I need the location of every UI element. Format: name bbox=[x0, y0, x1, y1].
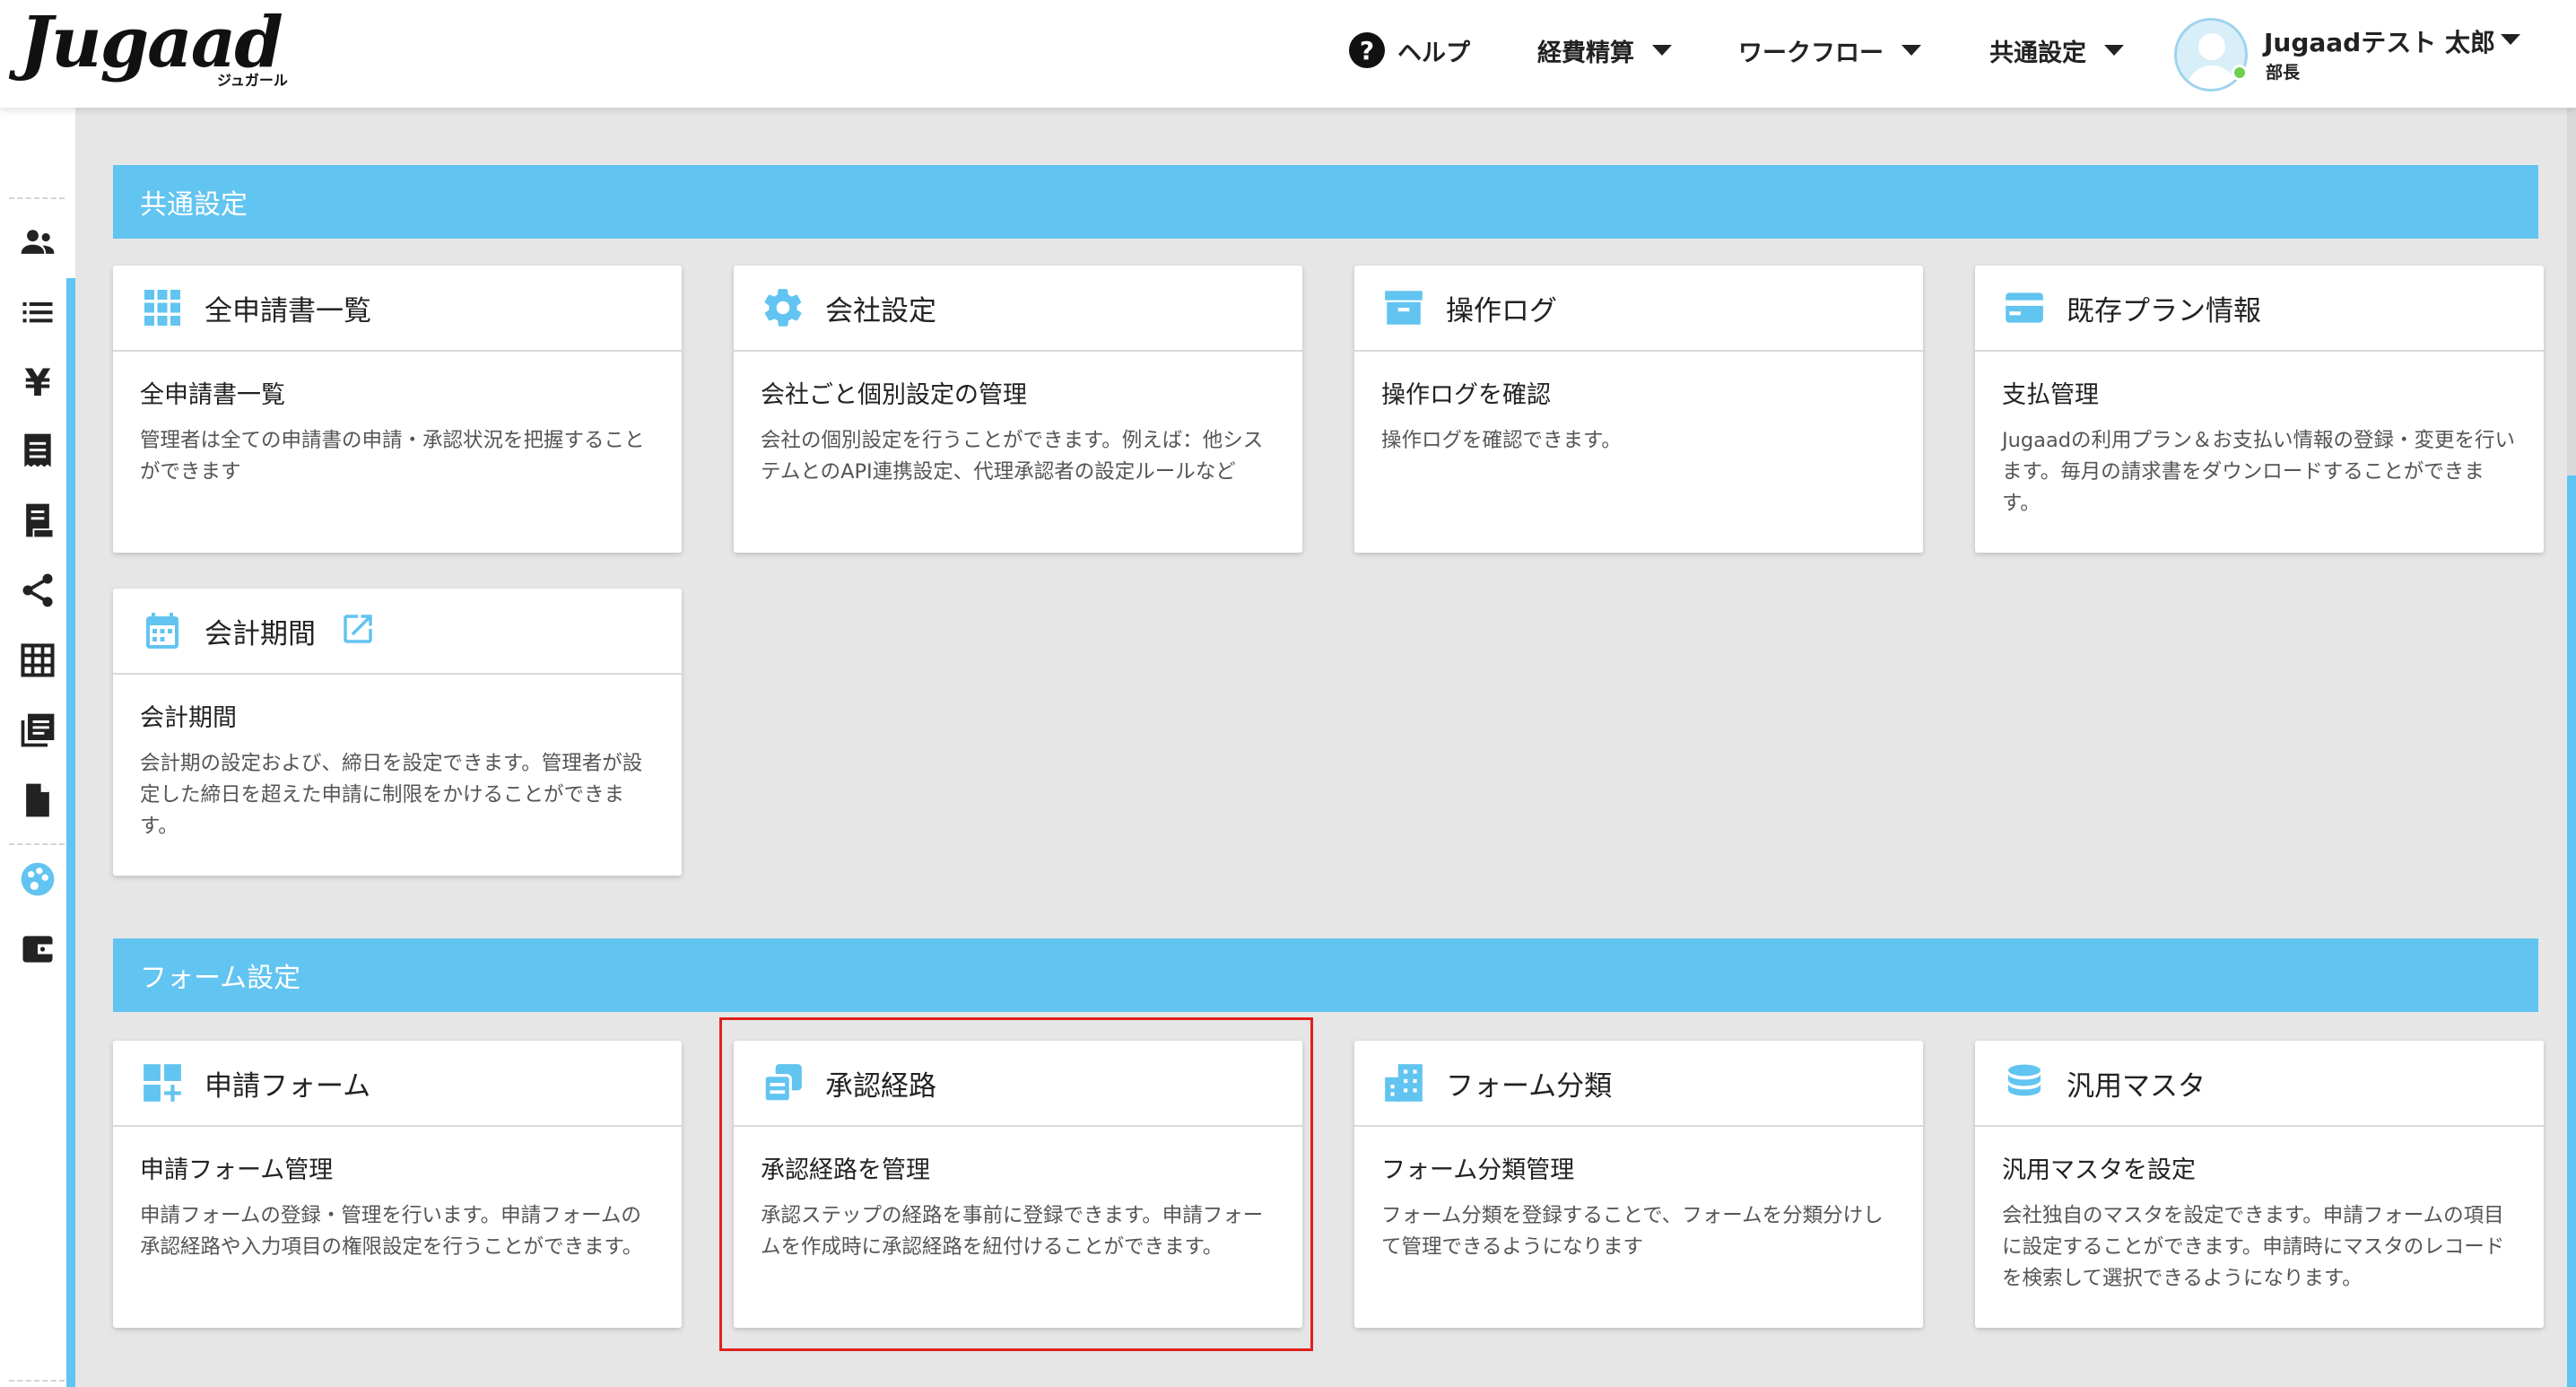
card-description: 申請フォームの登録・管理を行います。申請フォームの承認経路や入力項目の権限設定を… bbox=[140, 1204, 643, 1259]
nav-help-label: ヘルプ bbox=[1397, 39, 1470, 67]
card-subtitle: 会社ごと個別設定の管理 bbox=[761, 381, 1027, 409]
card-accounting-period[interactable]: 会計期間 会計期間 会計期の設定および、締日を設定できます。管理者が設定した締日… bbox=[113, 589, 682, 876]
section-title: 共通設定 bbox=[140, 189, 248, 221]
card-approval-route[interactable]: 承認経路 承認経路を管理 承認ステップの経路を事前に登録できます。申請フォームを… bbox=[734, 1041, 1302, 1328]
nav-expense-label: 経費精算 bbox=[1537, 39, 1634, 67]
card-subtitle: フォーム分類管理 bbox=[1381, 1156, 1575, 1184]
wallet-icon[interactable] bbox=[16, 928, 59, 971]
card-all-applications[interactable]: 全申請書一覧 全申請書一覧 管理者は全ての申請書の申請・承認状況を把握することが… bbox=[113, 266, 682, 553]
card-description: 会社独自のマスタを設定できます。申請フォームの項目に設定することができます。申請… bbox=[2002, 1204, 2505, 1290]
card-title: 操作ログ bbox=[1446, 294, 1557, 327]
chevron-down-icon bbox=[1652, 45, 1672, 56]
help-icon: ? bbox=[1349, 32, 1385, 68]
card-company-settings[interactable]: 会社設定 会社ごと個別設定の管理 会社の個別設定を行うことができます。例えば：他… bbox=[734, 266, 1302, 553]
library-icon[interactable] bbox=[16, 709, 59, 752]
nav-workflow-menu[interactable]: ワークフロー bbox=[1738, 31, 1921, 70]
logo-subtext: ジュガール bbox=[217, 72, 288, 89]
section-common-settings-header: 共通設定 bbox=[113, 165, 2538, 239]
grid-table-icon[interactable] bbox=[16, 639, 59, 682]
chevron-down-icon bbox=[2104, 45, 2124, 56]
card-description: 会計期の設定および、締日を設定できます。管理者が設定した締日を超えた申請に制限を… bbox=[140, 752, 643, 838]
card-subtitle: 支払管理 bbox=[2002, 381, 2099, 409]
nav-workflow-label: ワークフロー bbox=[1738, 39, 1884, 67]
list-icon[interactable] bbox=[16, 291, 59, 334]
card-title: 申請フォーム bbox=[205, 1069, 371, 1103]
nav-common-settings-menu[interactable]: 共通設定 bbox=[1989, 31, 2124, 70]
calendar-icon bbox=[140, 608, 185, 653]
route-copy-icon bbox=[761, 1060, 805, 1105]
section-form-settings-header: フォーム設定 bbox=[113, 938, 2538, 1012]
card-description: 操作ログを確認できます。 bbox=[1381, 429, 1622, 452]
user-name[interactable]: Jugaadテスト 太郎 bbox=[2264, 23, 2495, 59]
palette-icon[interactable] bbox=[16, 858, 59, 901]
gear-icon bbox=[761, 285, 805, 330]
credit-card-icon bbox=[2002, 285, 2047, 330]
users-icon[interactable] bbox=[16, 221, 59, 264]
card-operation-log[interactable]: 操作ログ 操作ログを確認 操作ログを確認できます。 bbox=[1354, 266, 1923, 553]
widgets-add-icon bbox=[140, 1060, 185, 1105]
yen-icon[interactable]: ¥ bbox=[16, 361, 59, 405]
card-title: 会社設定 bbox=[825, 294, 936, 327]
scrollbar-thumb[interactable] bbox=[2567, 475, 2576, 1387]
card-description: 承認ステップの経路を事前に登録できます。申請フォームを作成時に承認経路を紐付ける… bbox=[761, 1204, 1264, 1259]
user-menu-chevron-down-icon[interactable] bbox=[2501, 34, 2520, 45]
invoice-icon[interactable] bbox=[16, 499, 59, 542]
nav-common-settings-label: 共通設定 bbox=[1989, 39, 2086, 67]
card-subtitle: 申請フォーム管理 bbox=[140, 1156, 334, 1184]
card-description: フォーム分類を登録することで、フォームを分類分けして管理できるようになります bbox=[1381, 1204, 1884, 1259]
card-application-form[interactable]: 申請フォーム 申請フォーム管理 申請フォームの登録・管理を行います。申請フォーム… bbox=[113, 1041, 682, 1328]
nav-expense-menu[interactable]: 経費精算 bbox=[1537, 31, 1672, 70]
card-form-category[interactable]: フォーム分類 フォーム分類管理 フォーム分類を登録することで、フォームを分類分け… bbox=[1354, 1041, 1923, 1328]
card-title: フォーム分類 bbox=[1446, 1069, 1613, 1103]
external-link-icon[interactable] bbox=[339, 610, 377, 651]
card-plan-info[interactable]: 既存プラン情報 支払管理 Jugaadの利用プラン＆お支払い情報の登録・変更を行… bbox=[1975, 266, 2544, 553]
card-subtitle: 会計期間 bbox=[140, 704, 237, 732]
card-subtitle: 操作ログを確認 bbox=[1381, 381, 1551, 409]
card-description: 会社の個別設定を行うことができます。例えば：他システムとのAPI連携設定、代理承… bbox=[761, 429, 1264, 484]
card-general-master[interactable]: 汎用マスタ 汎用マスタを設定 会社独自のマスタを設定できます。申請フォームの項目… bbox=[1975, 1041, 2544, 1328]
card-title: 会計期間 bbox=[205, 617, 316, 650]
card-description: 管理者は全ての申請書の申請・承認状況を把握することができます bbox=[140, 429, 645, 484]
building-icon bbox=[1381, 1060, 1426, 1105]
scrollbar-track[interactable] bbox=[2567, 108, 2576, 475]
sidebar-active-bar bbox=[66, 278, 75, 1387]
user-role: 部長 bbox=[2266, 63, 2301, 83]
jugaad-logo[interactable]: Jugaad ジュガール bbox=[20, 5, 307, 95]
card-title: 既存プラン情報 bbox=[2067, 294, 2261, 327]
nav-help[interactable]: ? ヘルプ bbox=[1349, 31, 1470, 70]
card-title: 全申請書一覧 bbox=[205, 294, 371, 327]
card-description: Jugaadの利用プラン＆お支払い情報の登録・変更を行います。毎月の請求書をダウ… bbox=[2002, 429, 2516, 515]
top-header: Jugaad ジュガール ? ヘルプ 経費精算 ワークフロー 共通設定 Juga… bbox=[0, 0, 2576, 108]
section-title: フォーム設定 bbox=[140, 963, 301, 994]
archive-box-icon bbox=[1381, 285, 1426, 330]
chevron-down-icon bbox=[1902, 45, 1921, 56]
card-subtitle: 汎用マスタを設定 bbox=[2002, 1156, 2196, 1184]
receipt-icon[interactable] bbox=[16, 429, 59, 472]
apps-grid-icon bbox=[140, 285, 185, 330]
card-title: 承認経路 bbox=[825, 1069, 936, 1103]
share-icon[interactable] bbox=[16, 569, 59, 612]
card-subtitle: 承認経路を管理 bbox=[761, 1156, 930, 1184]
online-status-dot bbox=[2232, 65, 2248, 81]
card-title: 汎用マスタ bbox=[2067, 1069, 2206, 1103]
card-subtitle: 全申請書一覧 bbox=[140, 381, 285, 409]
document-icon[interactable] bbox=[16, 779, 59, 822]
database-icon bbox=[2002, 1060, 2047, 1105]
sidebar: ¥ bbox=[0, 108, 75, 1387]
